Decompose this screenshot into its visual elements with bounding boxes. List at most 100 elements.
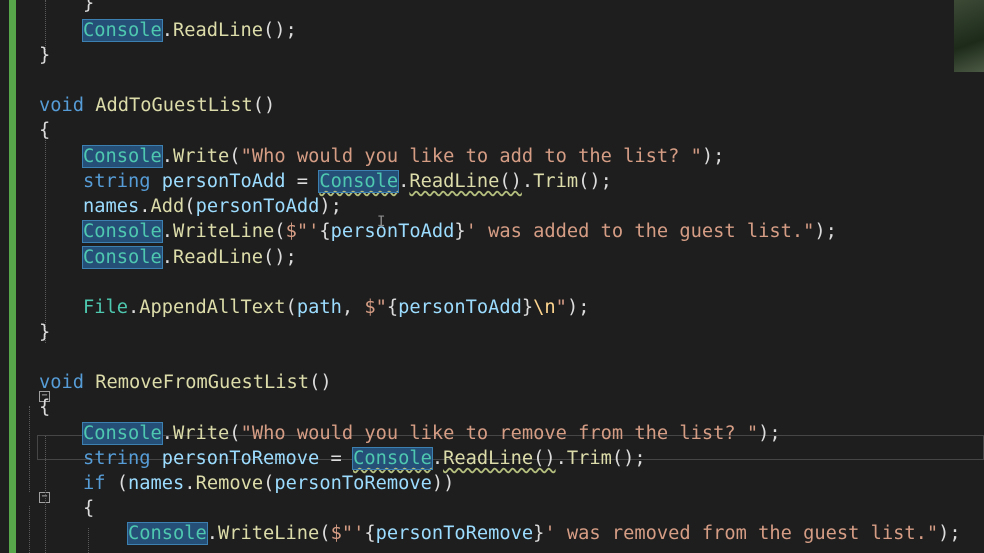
change-indicator-bar <box>9 0 16 553</box>
code-token: , <box>341 297 365 318</box>
code-token: } <box>533 523 545 544</box>
code-line[interactable]: Console.Write("Who would you like to add… <box>82 144 725 169</box>
code-token: Remove <box>195 473 264 494</box>
code-token: Console <box>82 19 163 42</box>
code-token: personToAdd <box>161 171 286 192</box>
code-token: ( <box>229 423 241 444</box>
code-token: ); <box>814 221 837 242</box>
code-token: Console <box>127 522 208 545</box>
code-token: Trim <box>533 171 579 192</box>
code-token: . <box>161 247 174 268</box>
code-token: . <box>128 297 140 318</box>
outline-guide <box>29 406 30 492</box>
code-line[interactable]: } <box>39 43 50 68</box>
code-token: = <box>319 448 354 469</box>
code-token: ); <box>938 523 961 544</box>
outline-guide <box>29 506 30 553</box>
code-line[interactable]: Console.ReadLine(); <box>82 18 297 43</box>
code-token: void <box>39 372 85 393</box>
code-token: string <box>83 448 151 469</box>
code-token: $"' <box>330 523 365 544</box>
code-token: $"' <box>285 221 320 242</box>
code-line[interactable]: { <box>39 118 50 143</box>
code-token: "Who would you like to add to the list? … <box>240 146 702 167</box>
code-token: . <box>161 20 174 41</box>
code-token: () <box>499 171 522 192</box>
code-token: } <box>39 322 51 343</box>
code-token: ( <box>263 473 275 494</box>
code-token: if <box>83 473 106 494</box>
code-token: personToRemove <box>274 473 432 494</box>
code-token: ); <box>566 297 590 318</box>
code-line[interactable]: names.Add(personToAdd); <box>83 194 342 219</box>
indent-guide <box>45 133 46 343</box>
code-token: . <box>184 473 196 494</box>
code-token: (); <box>263 247 297 268</box>
code-token: )) <box>431 473 455 494</box>
editor-gutter: − − <box>16 0 50 553</box>
code-token: ReadLine <box>173 247 264 268</box>
code-token: Console <box>82 145 163 168</box>
code-token: ReadLine <box>173 20 264 41</box>
code-token: (); <box>578 171 612 192</box>
code-token: () <box>309 372 332 393</box>
code-token: . <box>139 196 151 217</box>
code-token: personToRemove <box>161 448 320 469</box>
code-token: WriteLine <box>173 221 275 242</box>
code-line[interactable]: Console.WriteLine($"'{personToAdd}' was … <box>82 219 837 244</box>
code-token: ( <box>274 221 286 242</box>
code-line[interactable]: Console.WriteLine($"'{personToRemove}' w… <box>127 521 961 546</box>
code-token: Console <box>82 422 163 445</box>
code-token: AppendAllText <box>139 297 286 318</box>
code-token: { <box>386 297 399 318</box>
code-line[interactable]: void AddToGuestList() <box>39 93 275 118</box>
code-editor[interactable]: − − } Console.ReadLine();} void AddToGuest… <box>0 0 984 553</box>
code-token: personToAdd <box>330 221 455 242</box>
code-token: names <box>128 473 185 494</box>
code-token: ' was removed from the guest list." <box>544 523 939 544</box>
code-token: personToAdd <box>195 196 320 217</box>
code-token: Add <box>150 196 185 217</box>
code-token: { <box>39 120 51 141</box>
code-token: } <box>454 221 466 242</box>
code-token: "Who would you like to remove from the l… <box>240 423 759 444</box>
code-line[interactable]: } <box>83 0 94 16</box>
webcam-overlay <box>954 0 984 72</box>
code-line[interactable]: File.AppendAllText(path, $"{personToAdd}… <box>83 295 589 320</box>
code-token: . <box>161 221 174 242</box>
code-token: personToAdd <box>398 297 522 318</box>
code-token: . <box>521 171 534 192</box>
code-token: () <box>252 95 276 116</box>
code-line[interactable]: string personToRemove = Console.ReadLine… <box>83 446 646 471</box>
code-token: . <box>161 423 174 444</box>
mouse-ibeam-cursor: I <box>377 214 386 230</box>
code-token: Console <box>352 447 433 470</box>
code-token: (); <box>611 448 646 469</box>
code-token: (); <box>263 20 297 41</box>
code-line[interactable]: Console.Write("Who would you like to rem… <box>82 421 781 446</box>
code-line[interactable]: Console.ReadLine(); <box>82 245 297 270</box>
code-line[interactable]: void RemoveFromGuestList() <box>39 370 332 395</box>
code-token: . <box>161 146 174 167</box>
code-line[interactable]: { <box>83 496 94 521</box>
code-token: ); <box>758 423 781 444</box>
code-token: Trim <box>566 448 612 469</box>
code-token: } <box>83 0 95 14</box>
code-token: names <box>83 196 140 217</box>
code-line[interactable]: } <box>39 320 50 345</box>
code-token: ); <box>701 146 725 167</box>
code-line[interactable]: { <box>39 395 50 420</box>
code-token: File <box>83 297 129 318</box>
code-token: ( <box>319 523 331 544</box>
code-token: Write <box>173 423 230 444</box>
code-token: = <box>285 171 320 192</box>
code-token: ReadLine <box>443 448 534 469</box>
code-token: { <box>83 498 95 519</box>
code-line[interactable]: if (names.Remove(personToRemove)) <box>83 471 454 496</box>
code-line[interactable]: string personToAdd = Console.ReadLine().… <box>83 169 612 194</box>
code-token: ( <box>105 473 129 494</box>
